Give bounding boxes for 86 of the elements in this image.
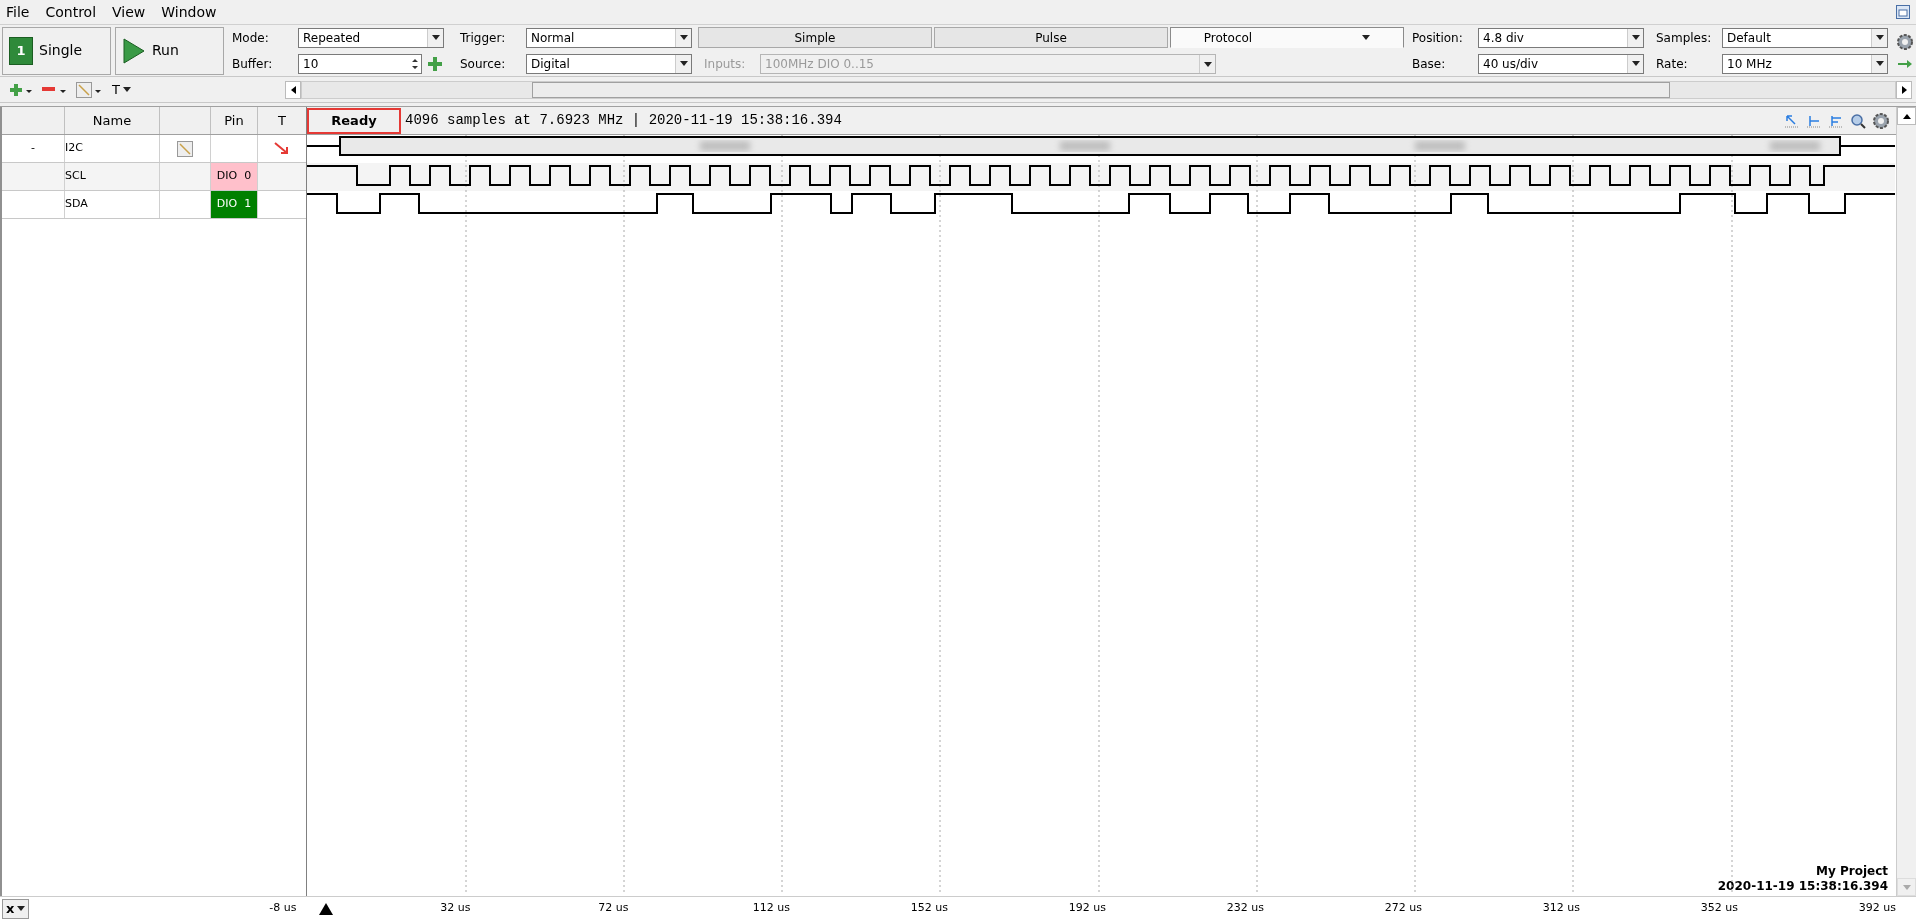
menu-item[interactable]: Window (161, 1, 217, 23)
column-header[interactable]: Name (65, 107, 160, 134)
run-button[interactable]: Run (115, 26, 224, 75)
arrow-left-icon (290, 85, 296, 94)
scroll-right-button[interactable] (1896, 80, 1912, 99)
arrow-up-icon (1902, 113, 1911, 119)
note-icon[interactable] (76, 81, 102, 98)
field-label: Position: (1412, 29, 1464, 47)
axis-tick-label: 272 us (1384, 900, 1422, 917)
axis-tick-label: 192 us (1068, 900, 1106, 917)
settings-icon[interactable] (1896, 32, 1914, 51)
signal-name: SCL (65, 168, 86, 185)
field-label: Trigger: (460, 29, 507, 47)
scroll-left-button[interactable] (285, 80, 301, 99)
dropdown-arrow-icon (17, 906, 26, 911)
acquisition-info: 4096 samples at 7.6923 MHz | 2020-11-19 15:38:16.394 (405, 111, 842, 130)
axis-tick-label: 152 us (910, 900, 948, 917)
field-label: Inputs: (704, 56, 747, 73)
text-tool-button[interactable]: T (112, 79, 131, 100)
buffer-spin-field[interactable]: 10 (298, 53, 422, 74)
project-name: My Project (1816, 864, 1888, 879)
dropdown-arrow-icon (122, 87, 131, 92)
dropdown-arrow-icon (679, 35, 688, 40)
project-timestamp: 2020-11-19 15:38:16.394 (1717, 879, 1888, 894)
axis-tick-label: 32 us (440, 900, 471, 917)
menu-item[interactable]: File (6, 1, 30, 23)
plus-icon[interactable] (428, 56, 442, 71)
axis-tick-label: 312 us (1542, 900, 1580, 917)
arrow-right-icon (1901, 85, 1907, 94)
trigger-marker-icon[interactable] (319, 902, 334, 915)
dropdown-arrow-icon (1362, 35, 1371, 40)
axis-tick-label: 112 us (752, 900, 790, 917)
collapse-toggle[interactable]: - (31, 140, 35, 157)
signal-name: I2C (65, 140, 83, 157)
field-label: Samples: (1656, 29, 1713, 47)
dropdown[interactable]: 4.8 div (1478, 27, 1644, 48)
add-icon[interactable] (10, 83, 32, 96)
field-label: Rate: (1656, 55, 1689, 73)
arrow-right-icon[interactable] (1898, 58, 1912, 69)
trigger-tab[interactable]: Simple (698, 27, 932, 48)
dropdown-arrow-icon (1631, 61, 1640, 66)
column-header[interactable]: Pin (211, 107, 258, 134)
axis-tick-label: 232 us (1226, 900, 1264, 917)
dropdown-arrow-icon (679, 61, 688, 66)
axis-tick-label: 352 us (1700, 900, 1738, 917)
settings-icon[interactable] (1872, 111, 1890, 130)
dropdown[interactable]: Repeated (298, 27, 444, 48)
cursor-menu-button[interactable]: x (2, 898, 30, 919)
dropdown-arrow-icon (1631, 35, 1640, 40)
trigger-tab[interactable]: Pulse (934, 27, 1168, 48)
axis-tick-label: 392 us (1858, 900, 1896, 917)
signal-name: SDA (65, 196, 88, 213)
dropdown[interactable]: Digital (526, 53, 692, 74)
dropdown-arrow-icon (1875, 61, 1884, 66)
play-icon (122, 36, 146, 65)
field-label: Mode: (232, 29, 270, 47)
single-acquire-icon: 1 (9, 36, 33, 65)
dropdown-arrow-icon (1203, 61, 1212, 67)
field-label: Source: (460, 55, 507, 73)
zoom-icon[interactable] (1850, 112, 1866, 129)
menu-item[interactable]: Control (45, 1, 97, 23)
note-icon[interactable] (177, 140, 193, 157)
pin-label: DIO 1 (211, 191, 257, 218)
column-header[interactable]: T (258, 107, 306, 134)
dropdown-arrow-icon (1875, 35, 1884, 40)
axis-tick-label: -8 us (269, 900, 297, 917)
horizontal-scrollbar[interactable] (301, 80, 1896, 99)
dropdown[interactable]: 10 MHz (1722, 53, 1888, 74)
field-label: Base: (1412, 55, 1447, 73)
dropdown[interactable]: Normal (526, 27, 692, 48)
cursor-tool-icon[interactable] (1784, 112, 1800, 129)
dropdown[interactable]: 40 us/div (1478, 53, 1644, 74)
status-label: Ready (307, 107, 401, 134)
remove-icon[interactable] (42, 84, 66, 95)
axis-tick-label: 72 us (598, 900, 629, 917)
dropdown[interactable]: Default (1722, 27, 1888, 48)
field-label: Buffer: (232, 55, 274, 73)
trigger-arrow-icon[interactable] (274, 141, 290, 156)
arrow-down-icon (1902, 884, 1911, 890)
trigger-tab[interactable]: Protocol (1170, 27, 1404, 48)
restore-window-icon[interactable] (1896, 5, 1910, 19)
pin-label: DIO 0 (211, 163, 257, 190)
dropdown-arrow-icon (431, 35, 440, 40)
single-button[interactable]: 1 Single (2, 26, 111, 75)
scroll-up-button[interactable] (1897, 107, 1916, 125)
menu-item[interactable]: View (112, 1, 146, 23)
